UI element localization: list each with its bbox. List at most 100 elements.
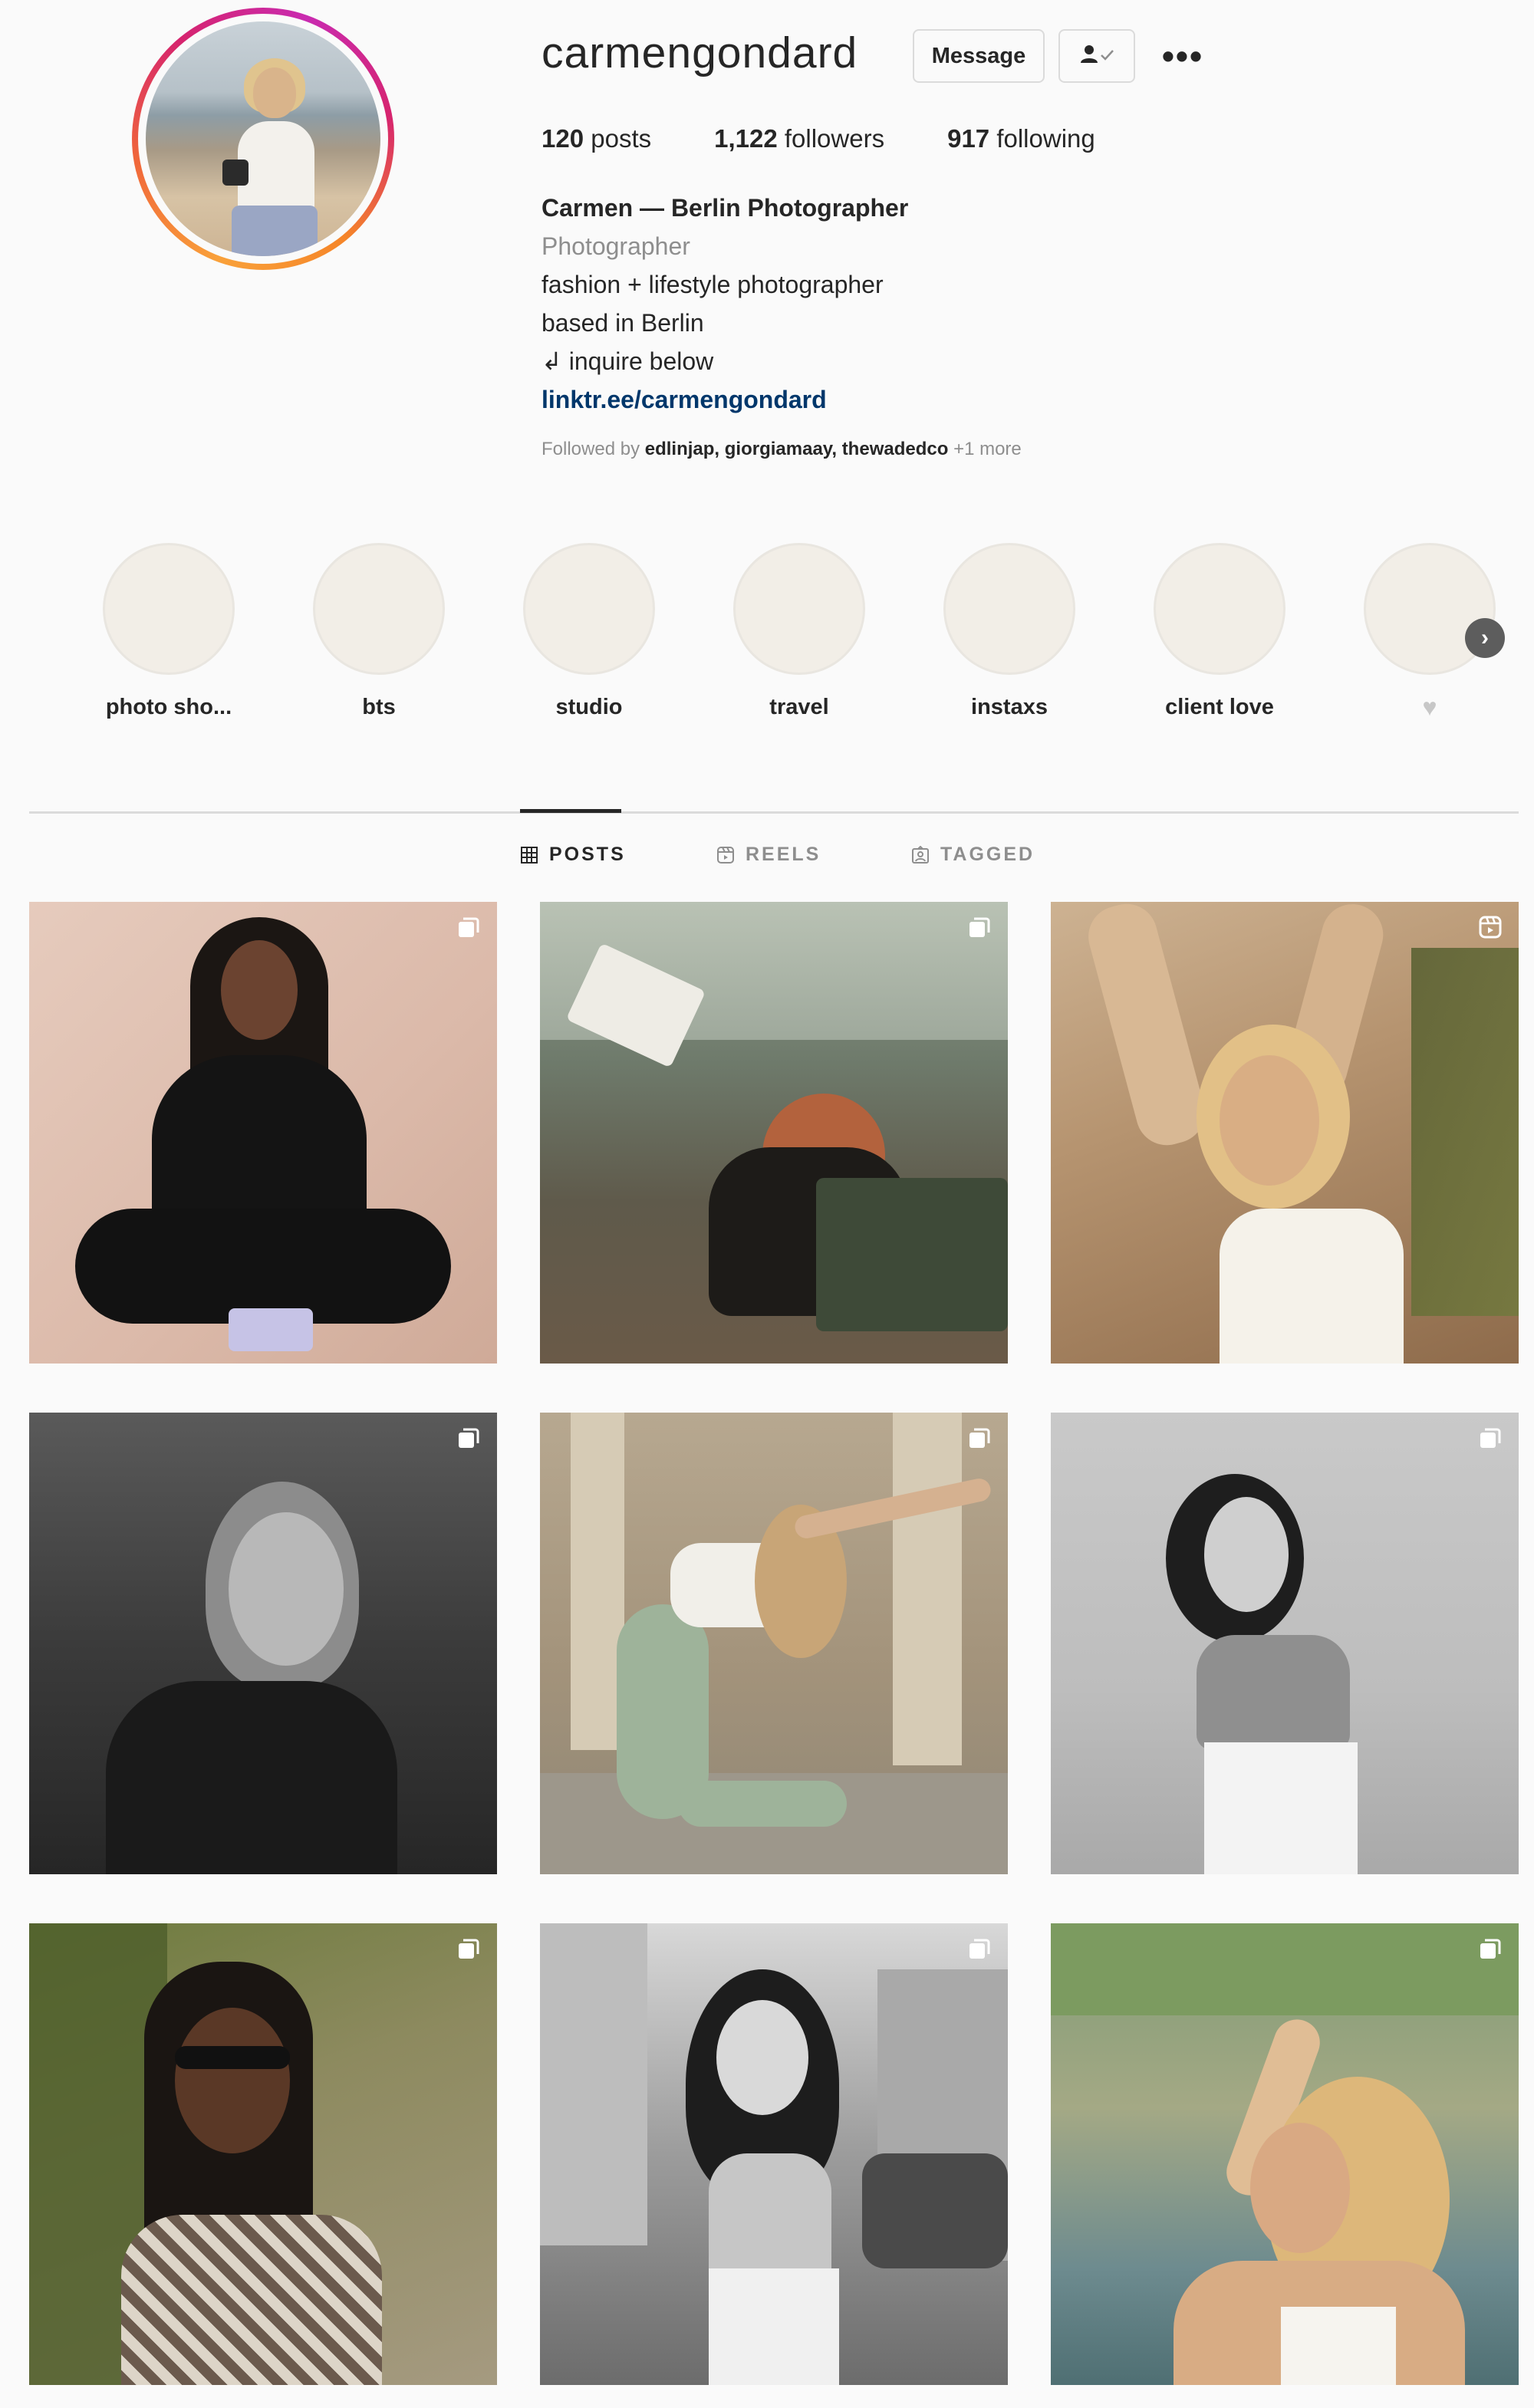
- avatar-figure-skirt: [232, 206, 318, 256]
- following-button[interactable]: [1058, 29, 1135, 83]
- highlight-item[interactable]: photo sho...: [92, 543, 245, 720]
- tab-tagged[interactable]: TAGGED: [911, 844, 1035, 866]
- grid-icon: [520, 846, 538, 864]
- highlight-item[interactable]: bts: [302, 543, 456, 720]
- photo-face: [1204, 1497, 1289, 1612]
- chevron-right-icon[interactable]: ›: [1465, 618, 1505, 658]
- photo-jeans: [709, 2268, 839, 2385]
- carousel-icon: [459, 917, 479, 937]
- followers-stat[interactable]: 1,122 followers: [714, 124, 884, 153]
- post-tile[interactable]: [540, 1413, 1008, 1874]
- tab-reels[interactable]: REELS: [716, 844, 821, 866]
- photo-legs: [678, 1781, 847, 1827]
- photo-car: [862, 2153, 1008, 2268]
- followed-by-more: +1 more: [953, 439, 1022, 459]
- photo-palm: [1411, 948, 1519, 1316]
- photo-column: [893, 1413, 962, 1765]
- post-tile[interactable]: [1051, 902, 1519, 1364]
- photo-face: [1250, 2123, 1350, 2253]
- post-tile[interactable]: [540, 1923, 1008, 2385]
- photo-table: [816, 1178, 1008, 1331]
- following-stat[interactable]: 917 following: [947, 124, 1095, 153]
- profile-stats: 120 posts 1,122 followers 917 following: [542, 124, 1158, 153]
- followed-by-users: edlinjap, giorgiamaay, thewadedco: [644, 439, 949, 459]
- avatar-ring-gap: [138, 14, 388, 264]
- followers-label: followers: [784, 124, 885, 153]
- highlight-cover: [1154, 543, 1285, 675]
- photo-building: [540, 1923, 647, 2245]
- bio-line: ↲ inquire below: [542, 347, 714, 375]
- posts-stat[interactable]: 120 posts: [542, 124, 651, 153]
- carousel-icon: [459, 1428, 479, 1448]
- post-tile[interactable]: [1051, 1923, 1519, 2385]
- profile-category: Photographer: [542, 232, 690, 260]
- posts-count: 120: [542, 124, 584, 153]
- photo-gingham-top: [121, 2215, 382, 2385]
- highlight-item[interactable]: client love: [1143, 543, 1296, 720]
- photo-trees: [1051, 1923, 1519, 2015]
- photo-sunglasses: [175, 2046, 290, 2069]
- highlight-cover: [943, 543, 1075, 675]
- photo-coat: [106, 1681, 397, 1874]
- following-count: 917: [947, 124, 990, 153]
- highlight-label: bts: [362, 695, 396, 719]
- bio-line: fashion + lifestyle photographer: [542, 271, 884, 298]
- carousel-icon: [969, 1939, 990, 1959]
- reels-icon: [716, 846, 735, 864]
- photo-arm: [1081, 902, 1212, 1153]
- post-tile[interactable]: [29, 902, 497, 1364]
- highlight-item[interactable]: travel: [723, 543, 876, 720]
- carousel-icon: [1480, 1939, 1501, 1959]
- tagged-icon: [911, 845, 930, 864]
- photo-face: [221, 940, 298, 1040]
- post-tile[interactable]: [29, 1413, 497, 1874]
- display-name: Carmen — Berlin Photographer: [542, 194, 909, 222]
- photo-top: [1220, 1209, 1404, 1364]
- carousel-icon: [1480, 1428, 1501, 1448]
- avatar-figure-head: [253, 67, 296, 118]
- highlight-label: client love: [1165, 695, 1274, 719]
- post-tile[interactable]: [1051, 1413, 1519, 1874]
- profile-bio: Carmen — Berlin Photographer Photographe…: [542, 189, 908, 419]
- reel-icon: [1479, 916, 1502, 939]
- profile-avatar[interactable]: [132, 8, 394, 270]
- avatar-photo: [146, 21, 380, 256]
- profile-tabs: POSTS REELS TAGGED: [0, 844, 1534, 874]
- photo-top: [709, 2153, 831, 2276]
- highlight-label: instaxs: [971, 695, 1048, 719]
- highlight-label: studio: [555, 695, 623, 719]
- tabs-divider: [29, 811, 1519, 814]
- tab-posts-label: POSTS: [549, 844, 626, 865]
- followed-by[interactable]: Followed by edlinjap, giorgiamaay, thewa…: [542, 439, 1022, 460]
- bio-line: based in Berlin: [542, 309, 704, 337]
- followers-count: 1,122: [714, 124, 778, 153]
- story-highlights: photo sho... bts studio travel instaxs c…: [0, 537, 1534, 752]
- photo-face: [229, 1512, 344, 1666]
- bio-link[interactable]: linktr.ee/carmengondard: [542, 380, 908, 419]
- photo-object: [229, 1308, 313, 1351]
- person-check-icon: [1078, 43, 1115, 70]
- highlight-cover: [103, 543, 235, 675]
- photo-top: [1197, 1635, 1350, 1750]
- tab-posts[interactable]: POSTS: [520, 844, 626, 866]
- more-options-icon[interactable]: •••: [1160, 29, 1206, 83]
- photo-face: [1220, 1055, 1319, 1186]
- highlight-item[interactable]: studio: [512, 543, 666, 720]
- highlight-label: travel: [769, 695, 829, 719]
- photo-top: [1281, 2307, 1396, 2385]
- posts-label: posts: [591, 124, 652, 153]
- heart-icon: ♥: [1422, 693, 1437, 721]
- highlight-label: photo sho...: [105, 695, 232, 719]
- profile-username: carmengondard: [542, 28, 858, 77]
- tab-reels-label: REELS: [746, 844, 821, 865]
- followed-by-prefix: Followed by: [542, 439, 640, 459]
- photo-jeans: [1204, 1742, 1358, 1874]
- photo-face: [175, 2008, 290, 2153]
- highlight-cover: [313, 543, 445, 675]
- post-tile[interactable]: [29, 1923, 497, 2385]
- carousel-icon: [459, 1939, 479, 1959]
- message-button[interactable]: Message: [913, 29, 1045, 83]
- post-tile[interactable]: [540, 902, 1008, 1364]
- highlight-cover: [523, 543, 655, 675]
- highlight-item[interactable]: instaxs: [933, 543, 1086, 720]
